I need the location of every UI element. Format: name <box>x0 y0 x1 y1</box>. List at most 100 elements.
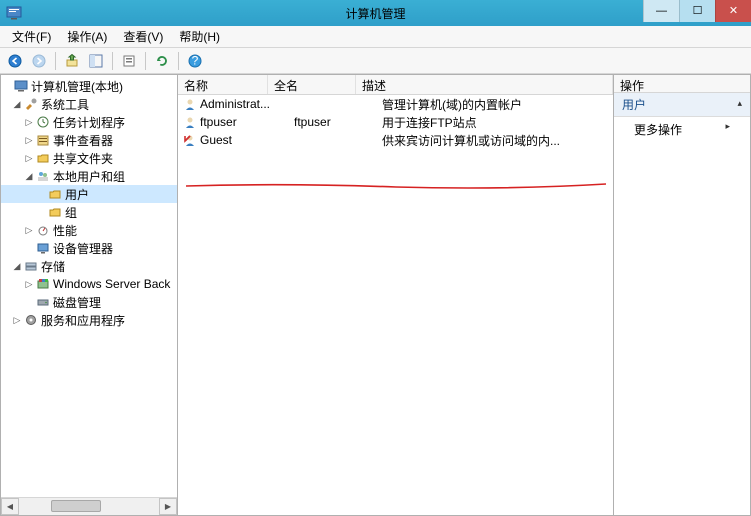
window-title: 计算机管理 <box>345 5 405 22</box>
tree-twisty[interactable]: ▷ <box>11 315 23 326</box>
menu-file[interactable]: 文件(F) <box>4 26 59 47</box>
tree-twisty[interactable]: ▷ <box>23 117 35 128</box>
toolbar-separator <box>145 52 146 70</box>
cell-fullname: ftpuser <box>288 115 376 129</box>
folder-icon <box>47 186 63 202</box>
actions-panel: 操作 用户 ▴ 更多操作 ▸ <box>613 74 751 516</box>
actions-body: 用户 ▴ 更多操作 ▸ <box>614 93 750 515</box>
clock-icon <box>35 114 51 130</box>
tree-device-manager[interactable]: 设备管理器 <box>1 239 177 257</box>
column-description[interactable]: 描述 <box>356 75 613 94</box>
list-body: Administrat... 管理计算机(域)的内置帐户 ftpuser ftp… <box>178 95 613 149</box>
tree-root[interactable]: 计算机管理(本地) <box>1 77 177 95</box>
up-button[interactable] <box>61 51 83 71</box>
device-manager-icon <box>35 240 51 256</box>
action-more[interactable]: 更多操作 ▸ <box>614 117 750 142</box>
services-icon <box>23 312 39 328</box>
forward-button[interactable] <box>28 51 50 71</box>
properties-button[interactable] <box>118 51 140 71</box>
scroll-left-button[interactable]: ◀ <box>1 498 19 515</box>
maximize-button[interactable]: ☐ <box>679 0 715 22</box>
tree-label: 事件查看器 <box>53 132 113 149</box>
close-button[interactable]: ✕ <box>715 0 751 22</box>
actions-section-title[interactable]: 用户 ▴ <box>614 93 750 117</box>
cell-name: Administrat... <box>198 97 288 111</box>
cell-description: 供来宾访问计算机或访问域的内... <box>376 132 613 149</box>
toolbar-separator <box>55 52 56 70</box>
chevron-right-icon: ▸ <box>725 121 730 132</box>
event-viewer-icon <box>35 132 51 148</box>
app-icon <box>6 5 22 21</box>
cell-name: ftpuser <box>198 115 288 129</box>
performance-icon <box>35 222 51 238</box>
toolbar: ? <box>0 48 751 74</box>
tree-label: 组 <box>65 204 77 221</box>
tree-label: 用户 <box>65 186 89 203</box>
tree-windows-server-backup[interactable]: ▷ Windows Server Back <box>1 275 177 293</box>
minimize-button[interactable]: — <box>643 0 679 22</box>
tree-task-scheduler[interactable]: ▷ 任务计划程序 <box>1 113 177 131</box>
menu-view[interactable]: 查看(V) <box>115 26 171 47</box>
tree-storage[interactable]: ◢ 存储 <box>1 257 177 275</box>
collapse-icon: ▴ <box>737 98 742 109</box>
title-bar: 计算机管理 — ☐ ✕ <box>0 0 751 26</box>
tree-performance[interactable]: ▷ 性能 <box>1 221 177 239</box>
user-icon <box>182 96 198 112</box>
toolbar-separator <box>112 52 113 70</box>
users-groups-icon <box>35 168 51 184</box>
refresh-button[interactable] <box>151 51 173 71</box>
folder-icon <box>47 204 63 220</box>
tools-icon <box>23 96 39 112</box>
tree-twisty[interactable]: ◢ <box>23 171 35 182</box>
tree-label: 系统工具 <box>41 96 89 113</box>
menu-help[interactable]: 帮助(H) <box>171 26 228 47</box>
actions-section-label: 用户 <box>622 98 646 112</box>
tree-label: 任务计划程序 <box>53 114 125 131</box>
backup-icon <box>35 276 51 292</box>
console-tree[interactable]: 计算机管理(本地) ◢ 系统工具 ▷ 任务计划程序 ▷ 事件查看器 ▷ 共享文件… <box>1 75 177 497</box>
tree-panel: 计算机管理(本地) ◢ 系统工具 ▷ 任务计划程序 ▷ 事件查看器 ▷ 共享文件… <box>0 74 178 516</box>
users-list[interactable]: 名称 全名 描述 Administrat... 管理计算机(域)的内置帐户 ft… <box>178 75 613 515</box>
tree-system-tools[interactable]: ◢ 系统工具 <box>1 95 177 113</box>
disk-icon <box>35 294 51 310</box>
tree-event-viewer[interactable]: ▷ 事件查看器 <box>1 131 177 149</box>
tree-twisty[interactable]: ▷ <box>23 279 35 290</box>
scroll-thumb[interactable] <box>51 500 101 512</box>
tree-twisty[interactable]: ▷ <box>23 135 35 146</box>
tree-shared-folders[interactable]: ▷ 共享文件夹 <box>1 149 177 167</box>
tree-users[interactable]: 用户 <box>1 185 177 203</box>
user-disabled-icon <box>182 132 198 148</box>
menu-action[interactable]: 操作(A) <box>59 26 115 47</box>
tree-label: 服务和应用程序 <box>41 312 125 329</box>
shared-folder-icon <box>35 150 51 166</box>
user-row[interactable]: Guest 供来宾访问计算机或访问域的内... <box>178 131 613 149</box>
back-button[interactable] <box>4 51 26 71</box>
column-fullname[interactable]: 全名 <box>268 75 356 94</box>
tree-disk-management[interactable]: 磁盘管理 <box>1 293 177 311</box>
tree-label: 磁盘管理 <box>53 294 101 311</box>
tree-twisty[interactable]: ▷ <box>23 225 35 236</box>
cell-description: 管理计算机(域)的内置帐户 <box>376 96 613 113</box>
tree-local-users-groups[interactable]: ◢ 本地用户和组 <box>1 167 177 185</box>
show-hide-tree-button[interactable] <box>85 51 107 71</box>
toolbar-separator <box>178 52 179 70</box>
column-name[interactable]: 名称 <box>178 75 268 94</box>
menu-bar: 文件(F) 操作(A) 查看(V) 帮助(H) <box>0 26 751 48</box>
tree-twisty[interactable]: ◢ <box>11 261 23 272</box>
tree-label: 本地用户和组 <box>53 168 125 185</box>
user-row[interactable]: Administrat... 管理计算机(域)的内置帐户 <box>178 95 613 113</box>
tree-hscrollbar[interactable]: ◀ ▶ <box>1 497 177 515</box>
workspace: 计算机管理(本地) ◢ 系统工具 ▷ 任务计划程序 ▷ 事件查看器 ▷ 共享文件… <box>0 74 751 516</box>
list-panel: 名称 全名 描述 Administrat... 管理计算机(域)的内置帐户 ft… <box>178 74 613 516</box>
tree-twisty[interactable]: ◢ <box>11 99 23 110</box>
tree-label: Windows Server Back <box>53 277 170 291</box>
tree-label: 共享文件夹 <box>53 150 113 167</box>
tree-groups[interactable]: 组 <box>1 203 177 221</box>
help-button[interactable]: ? <box>184 51 206 71</box>
tree-services-applications[interactable]: ▷ 服务和应用程序 <box>1 311 177 329</box>
scroll-right-button[interactable]: ▶ <box>159 498 177 515</box>
tree-twisty[interactable]: ▷ <box>23 153 35 164</box>
user-row[interactable]: ftpuser ftpuser 用于连接FTP站点 <box>178 113 613 131</box>
tree-label: 性能 <box>53 222 77 239</box>
computer-management-icon <box>13 78 29 94</box>
